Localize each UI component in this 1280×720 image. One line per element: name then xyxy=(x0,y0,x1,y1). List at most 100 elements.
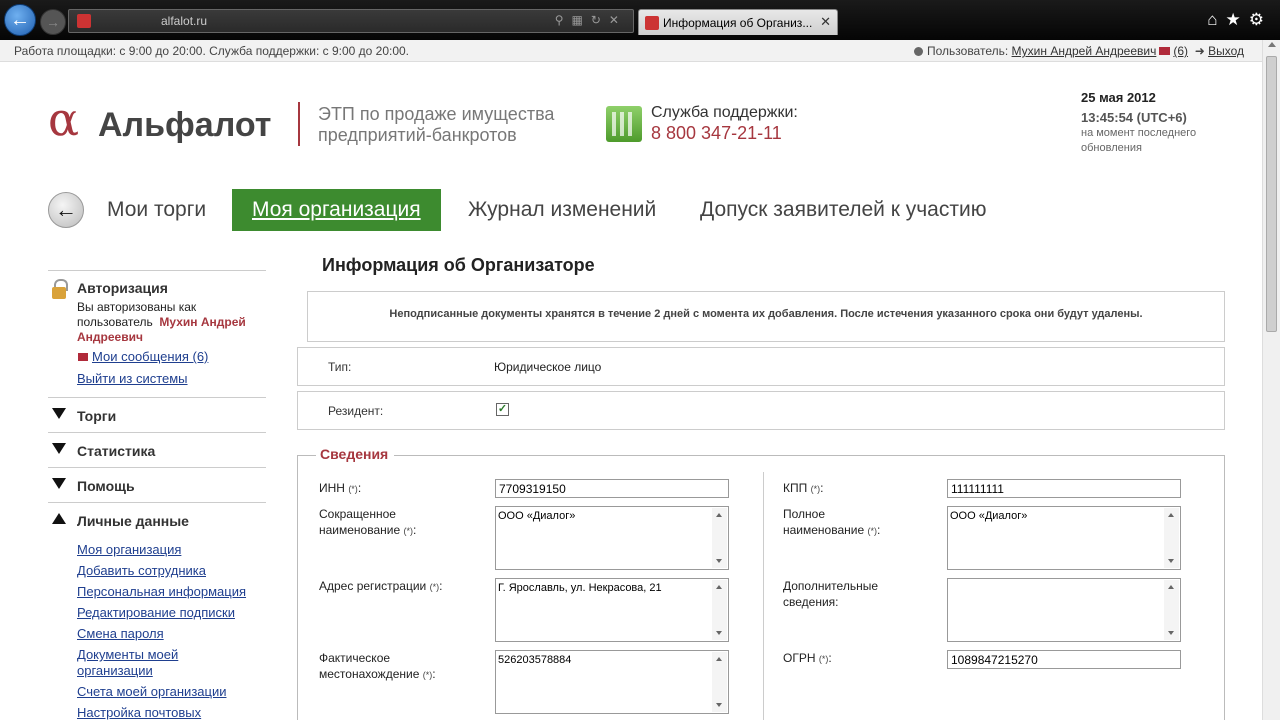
full-name-value[interactable]: ООО «Диалог» xyxy=(950,510,1027,522)
nav-my-organization[interactable]: Моя организация xyxy=(232,189,441,231)
address-bar-icons[interactable]: ⚲▦↻✕ xyxy=(555,13,627,27)
sidebar-section-statistics[interactable]: Статистика xyxy=(77,443,155,459)
sidebar-link-org-documents-2[interactable]: организации xyxy=(77,663,153,678)
actual-location-textarea[interactable]: 526203578884 xyxy=(495,650,729,714)
textarea-scrollbar[interactable] xyxy=(1164,508,1179,568)
scroll-up-icon[interactable] xyxy=(1168,513,1174,517)
extra-info-textarea[interactable] xyxy=(947,578,1181,642)
scroll-up-icon[interactable] xyxy=(1168,585,1174,589)
sidebar-section-auctions[interactable]: Торги xyxy=(77,408,116,424)
collapse-triangle-icon[interactable] xyxy=(52,443,66,454)
top-info-bar: Работа площадки: с 9:00 до 20:00. Служба… xyxy=(0,40,1262,62)
auth-text-line-2: пользователь xyxy=(77,315,153,329)
logout-arrow-icon: ➜ xyxy=(1194,44,1205,58)
scroll-down-icon[interactable] xyxy=(716,703,722,707)
actual-location-value[interactable]: 526203578884 xyxy=(498,654,571,666)
scroll-down-icon[interactable] xyxy=(716,631,722,635)
scroll-up-icon[interactable] xyxy=(1268,42,1276,47)
page-scrollbar[interactable] xyxy=(1262,40,1280,720)
favorites-star-icon[interactable]: ★ xyxy=(1226,10,1249,29)
sidebar-messages-link[interactable]: Мои сообщения (6) xyxy=(92,349,208,364)
collapse-triangle-icon[interactable] xyxy=(52,478,66,489)
full-name-textarea[interactable]: ООО «Диалог» xyxy=(947,506,1181,570)
nav-change-log[interactable]: Журнал изменений xyxy=(468,198,656,222)
textarea-scrollbar[interactable] xyxy=(1164,580,1179,640)
kpp-label: КПП (*): xyxy=(783,481,824,495)
expand-triangle-icon[interactable] xyxy=(52,513,66,524)
auth-title: Авторизация xyxy=(77,280,168,296)
time-note-line-2: обновления xyxy=(1081,142,1142,154)
kpp-input[interactable]: 111111111 xyxy=(947,479,1181,498)
full-name-label-2: наименование xyxy=(783,523,865,537)
resident-label: Резидент: xyxy=(328,404,384,418)
inn-input[interactable]: 7709319150 xyxy=(495,479,729,498)
short-name-label-2: наименование xyxy=(319,523,401,537)
required-mark: (*) xyxy=(810,484,821,494)
nav-applicant-admission[interactable]: Допуск заявителей к участию xyxy=(700,198,986,222)
kpp-label-text: КПП xyxy=(783,481,808,495)
textarea-scrollbar[interactable] xyxy=(712,580,727,640)
messages-count-link[interactable]: (6) xyxy=(1173,44,1188,58)
messages-mail-icon xyxy=(78,353,88,361)
tab-close-icon[interactable]: ✕ xyxy=(820,14,831,30)
sidebar-logout-link[interactable]: Выйти из системы xyxy=(77,371,188,386)
sidebar-link-org-documents[interactable]: Документы моей xyxy=(77,647,178,662)
scroll-thumb[interactable] xyxy=(1266,56,1277,332)
settings-gear-icon[interactable]: ⚙ xyxy=(1249,10,1272,29)
user-name-link[interactable]: Мухин Андрей Андреевич xyxy=(1012,44,1157,58)
short-name-label: Сокращенное наименование (*): xyxy=(319,507,417,537)
nav-my-auctions[interactable]: Мои торги xyxy=(107,198,206,222)
short-name-label-1: Сокращенное xyxy=(319,507,396,521)
time-note-line-1: на момент последнего xyxy=(1081,127,1197,139)
phone-icon xyxy=(606,106,642,142)
required-mark: (*) xyxy=(818,654,829,664)
browser-toolbar-icons[interactable]: ⌂★⚙ xyxy=(1207,10,1272,30)
browser-forward-button[interactable]: → xyxy=(40,9,66,35)
logout-link[interactable]: Выход xyxy=(1208,44,1244,58)
browser-tab[interactable]: Информация об Организ... ✕ xyxy=(638,9,838,35)
support-phone: 8 800 347-21-11 xyxy=(651,123,782,143)
sidebar-divider xyxy=(48,432,266,433)
site-tagline: ЭТП по продаже имущества предприятий-бан… xyxy=(318,104,588,146)
sidebar-section-help[interactable]: Помощь xyxy=(77,478,135,494)
sidebar-link-add-employee[interactable]: Добавить сотрудника xyxy=(77,563,206,578)
address-bar[interactable]: alfalot.ru ⚲▦↻✕ xyxy=(68,9,634,33)
scroll-down-icon[interactable] xyxy=(1168,559,1174,563)
sidebar-section-personal[interactable]: Личные данные xyxy=(77,513,189,529)
sidebar-link-my-organization[interactable]: Моя организация xyxy=(77,542,181,557)
extra-info-label-1: Дополнительные xyxy=(783,579,878,593)
column-divider xyxy=(763,472,764,720)
home-icon[interactable]: ⌂ xyxy=(1207,10,1225,29)
textarea-scrollbar[interactable] xyxy=(712,508,727,568)
browser-back-button[interactable]: ← xyxy=(4,4,36,36)
scroll-up-icon[interactable] xyxy=(716,657,722,661)
lock-icon xyxy=(52,279,68,299)
ogrn-label-text: ОГРН xyxy=(783,651,816,665)
sidebar-link-personal-info[interactable]: Персональная информация xyxy=(77,584,246,599)
short-name-value[interactable]: ООО «Диалог» xyxy=(498,510,575,522)
auth-user-name-2: Андреевич xyxy=(77,330,143,344)
reg-address-value[interactable]: Г. Ярославль, ул. Некрасова, 21 xyxy=(498,582,662,594)
sidebar-link-mail-settings[interactable]: Настройка почтовых xyxy=(77,705,201,720)
notice-box: Неподписанные документы хранятся в течен… xyxy=(307,291,1225,342)
collapse-triangle-icon[interactable] xyxy=(52,408,66,419)
mail-icon[interactable] xyxy=(1159,47,1171,55)
user-info: Пользователь: Мухин Андрей Андреевич (6) … xyxy=(913,44,1244,58)
textarea-scrollbar[interactable] xyxy=(712,652,727,712)
scroll-up-icon[interactable] xyxy=(716,513,722,517)
scroll-up-icon[interactable] xyxy=(716,585,722,589)
resident-checkbox[interactable]: ✓ xyxy=(496,403,509,416)
working-hours-text: Работа площадки: с 9:00 до 20:00. Служба… xyxy=(14,44,410,58)
scroll-down-icon[interactable] xyxy=(1168,631,1174,635)
ogrn-input[interactable]: 1089847215270 xyxy=(947,650,1181,669)
back-arrow-icon[interactable]: ← xyxy=(48,192,84,228)
sidebar-divider xyxy=(48,270,266,271)
sidebar-link-org-accounts[interactable]: Счета моей организации xyxy=(77,684,226,699)
scroll-down-icon[interactable] xyxy=(716,559,722,563)
address-url[interactable]: alfalot.ru xyxy=(161,14,207,28)
short-name-textarea[interactable]: ООО «Диалог» xyxy=(495,506,729,570)
alpha-logo-icon: α xyxy=(48,92,80,146)
reg-address-textarea[interactable]: Г. Ярославль, ул. Некрасова, 21 xyxy=(495,578,729,642)
sidebar-link-edit-subscription[interactable]: Редактирование подписки xyxy=(77,605,235,620)
sidebar-link-change-password[interactable]: Смена пароля xyxy=(77,626,164,641)
